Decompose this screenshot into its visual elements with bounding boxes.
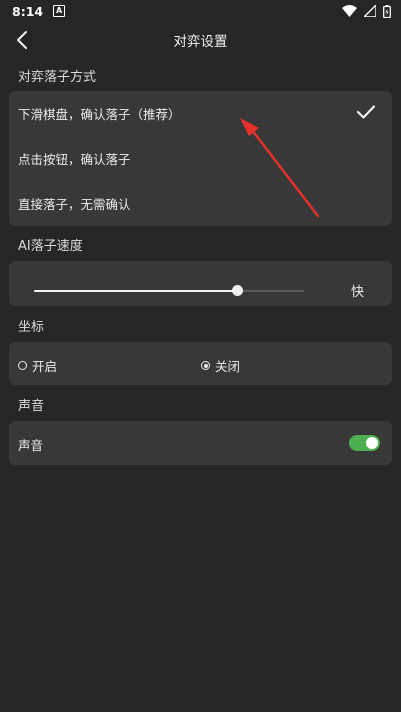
- slider-thumb[interactable]: [231, 285, 243, 296]
- ai-speed-section-label: AI落子速度: [18, 239, 83, 254]
- signal-icon: [364, 5, 376, 17]
- sound-card: 声音: [9, 421, 392, 465]
- a-notification-icon: A: [53, 5, 66, 17]
- check-icon: [356, 105, 376, 119]
- back-button[interactable]: [8, 26, 36, 54]
- sound-toggle[interactable]: [349, 435, 380, 451]
- toggle-knob: [366, 437, 378, 449]
- coordinates-section-label: 坐标: [18, 320, 45, 335]
- status-bar: 8:14 A: [0, 0, 401, 22]
- page-title: 对弈设置: [173, 34, 228, 50]
- option-label: 下滑棋盘，确认落子（推荐）: [18, 107, 181, 122]
- sound-row-label: 声音: [18, 438, 44, 453]
- radio-unchecked-icon: [18, 361, 27, 370]
- status-time: 8:14: [12, 3, 44, 19]
- option-direct-move[interactable]: 直接落子，无需确认: [9, 181, 392, 226]
- wifi-icon: [342, 5, 357, 17]
- ai-speed-value: 快: [350, 285, 364, 300]
- radio-checked-icon: [201, 361, 210, 370]
- radio-label: 关闭: [215, 359, 241, 374]
- coordinates-card: 开启 关闭: [9, 342, 392, 385]
- move-method-card: 下滑棋盘，确认落子（推荐） 点击按钮，确认落子 直接落子，无需确认: [9, 91, 392, 226]
- option-button-confirm[interactable]: 点击按钮，确认落子: [9, 136, 392, 181]
- move-method-section-label: 对弈落子方式: [18, 70, 97, 85]
- chevron-left-icon: [17, 31, 27, 49]
- app-header: 对弈设置: [0, 22, 401, 58]
- sound-section-label: 声音: [18, 399, 45, 414]
- option-label: 点击按钮，确认落子: [18, 152, 131, 167]
- slider-fill: [34, 290, 237, 292]
- coordinates-on-radio[interactable]: 开启: [18, 356, 57, 375]
- option-label: 直接落子，无需确认: [18, 197, 131, 212]
- option-swipe-confirm[interactable]: 下滑棋盘，确认落子（推荐）: [9, 91, 392, 136]
- coordinates-off-radio[interactable]: 关闭: [201, 356, 240, 375]
- ai-speed-slider[interactable]: [34, 285, 304, 296]
- radio-label: 开启: [32, 359, 58, 374]
- battery-icon: [383, 4, 391, 18]
- ai-speed-card: 快: [9, 261, 392, 306]
